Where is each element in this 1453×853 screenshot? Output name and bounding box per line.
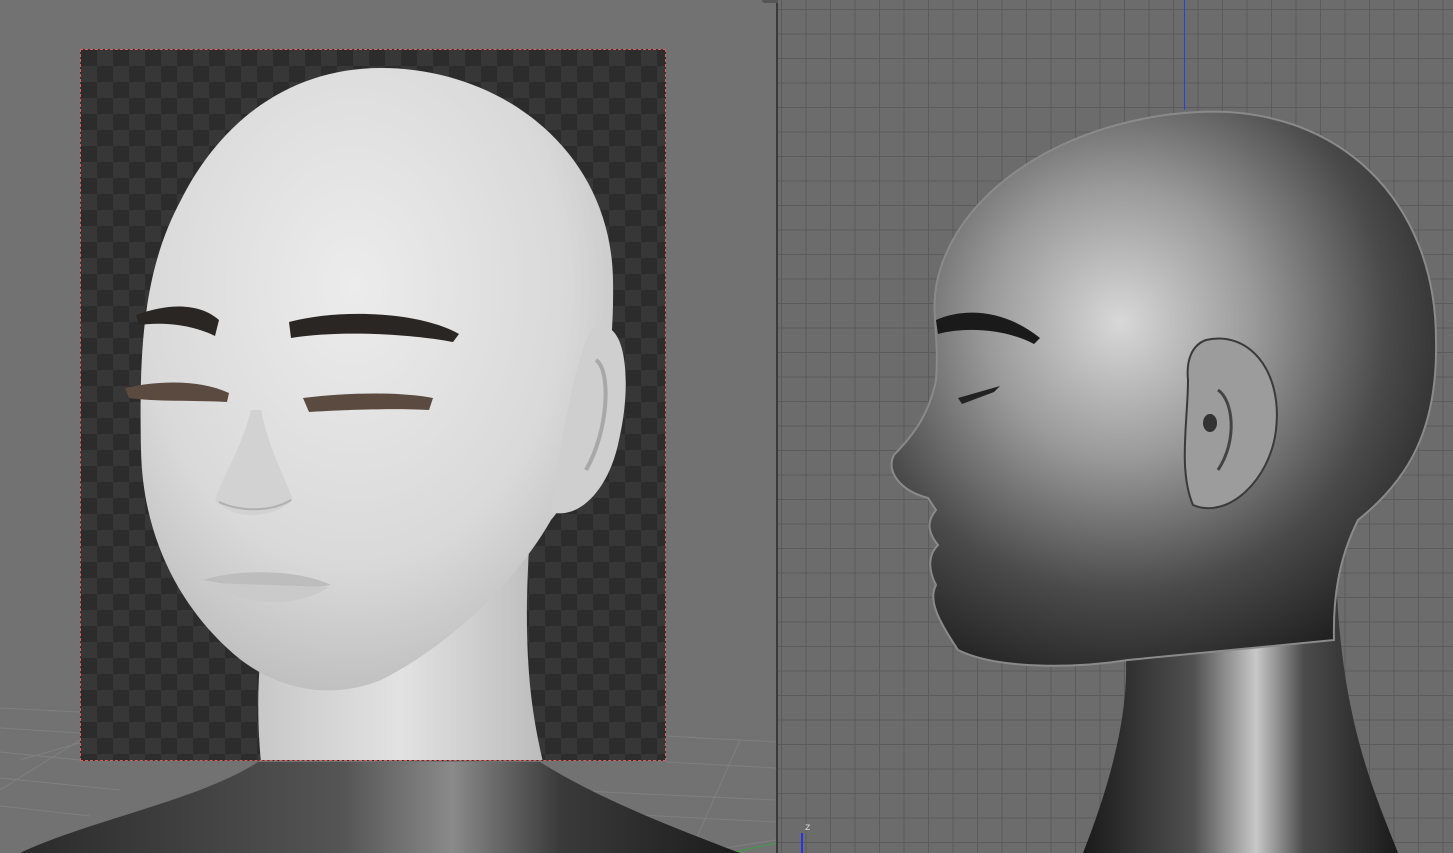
perspective-viewport[interactable] bbox=[0, 0, 776, 853]
z-axis-indicator bbox=[801, 833, 803, 853]
side-profile-head bbox=[890, 110, 1438, 853]
rendered-head-image bbox=[125, 68, 626, 760]
axis-gizmo-icon: z bbox=[796, 822, 816, 853]
render-region[interactable] bbox=[80, 49, 666, 761]
z-axis-label: z bbox=[805, 822, 811, 833]
orthographic-viewport[interactable]: z bbox=[778, 0, 1453, 853]
